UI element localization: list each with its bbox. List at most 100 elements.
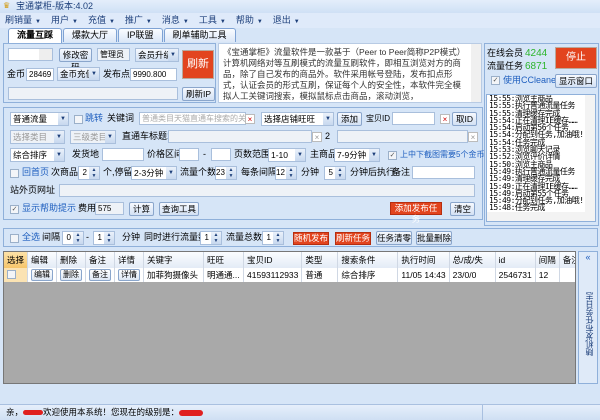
stepper-arrows-icon[interactable]: ▲ ▼ bbox=[286, 167, 296, 179]
column-header[interactable]: 删除 bbox=[56, 252, 87, 268]
menu-user[interactable]: 用户 ▼ bbox=[51, 13, 78, 28]
stepper-arrows-icon[interactable]: ▲ ▼ bbox=[335, 167, 345, 179]
clear-button[interactable]: 清空 bbox=[450, 202, 475, 216]
add-button[interactable]: 添加 bbox=[337, 112, 362, 126]
info-scrollbar[interactable] bbox=[471, 44, 481, 102]
tab-order-tools[interactable]: 刷单辅助工具 bbox=[163, 28, 236, 42]
ccleaner-checkbox[interactable]: ✓ bbox=[491, 76, 500, 85]
column-header[interactable]: 类型 bbox=[301, 252, 339, 268]
column-header[interactable]: 总/成/失 bbox=[449, 252, 496, 268]
log-vertical-scrollbar[interactable] bbox=[585, 95, 595, 213]
tab-traffic-exchange[interactable]: 流量互踩 bbox=[8, 28, 63, 43]
clear-tasks-button[interactable]: 任务清零 bbox=[376, 231, 412, 245]
add-task-button[interactable]: 添加发布任务 bbox=[390, 202, 442, 224]
return-home-checkbox[interactable] bbox=[10, 169, 19, 178]
tab-hot-items[interactable]: 爆款大厅 bbox=[63, 28, 118, 42]
menu-exit[interactable]: 退出 ▼ bbox=[273, 13, 300, 28]
change-password-button[interactable]: 修改密码 bbox=[59, 48, 92, 72]
column-header[interactable]: id bbox=[495, 252, 536, 268]
ad-title-1-input[interactable] bbox=[168, 130, 312, 143]
query-tool-button[interactable]: 查询工具 bbox=[159, 202, 199, 216]
ship-from-input[interactable] bbox=[102, 148, 144, 161]
show-help-checkbox[interactable]: ✓ bbox=[10, 205, 19, 214]
column-header[interactable]: 搜索条件 bbox=[337, 252, 399, 268]
stop-button[interactable]: 停止 bbox=[555, 47, 597, 69]
column-header[interactable]: 关键字 bbox=[143, 252, 205, 268]
menu-help[interactable]: 帮助 ▼ bbox=[236, 13, 263, 28]
delete-button[interactable]: 删除 bbox=[60, 269, 83, 281]
row-checkbox[interactable] bbox=[7, 269, 16, 279]
delay-stepper[interactable]: 5 ▲ ▼ bbox=[324, 166, 346, 180]
sub-category-dropdown[interactable]: 三级类目 ▼ bbox=[70, 130, 116, 144]
coin-recharge-dropdown[interactable]: 金币充值 ▼ bbox=[57, 67, 100, 81]
upgrade-dropdown[interactable]: 会员升级 ▼ bbox=[135, 48, 179, 62]
sub-item-count-stepper[interactable]: 2 ▲ ▼ bbox=[78, 166, 100, 180]
main-item-time-dropdown[interactable]: 7-9分钟 ▼ bbox=[334, 148, 380, 162]
shop-dropdown[interactable]: 选择店铺旺旺 ▼ bbox=[261, 112, 334, 126]
note-input[interactable] bbox=[412, 166, 475, 179]
price-min-input[interactable] bbox=[179, 148, 199, 161]
detail-button[interactable]: 详情 bbox=[118, 269, 141, 281]
column-header[interactable]: 旺旺 bbox=[203, 252, 245, 268]
clear-ad-title-1-icon[interactable]: × bbox=[312, 132, 322, 142]
interval-stepper[interactable]: 12 ▲ ▼ bbox=[275, 166, 297, 180]
menu-tools[interactable]: 工具 ▼ bbox=[199, 13, 226, 28]
menu-promote[interactable]: 推广 ▼ bbox=[125, 13, 152, 28]
column-header[interactable]: 详情 bbox=[114, 252, 145, 268]
clear-keyword-icon[interactable]: × bbox=[245, 114, 255, 124]
chevron-down-icon: ▼ bbox=[369, 149, 379, 161]
refresh-ip-button[interactable]: 刷新IP bbox=[182, 87, 215, 101]
column-header[interactable]: 备注 bbox=[85, 252, 116, 268]
category-dropdown[interactable]: 选择类目 ▼ bbox=[10, 130, 65, 144]
flow-count-stepper[interactable]: 23 ▲ ▼ bbox=[215, 166, 237, 180]
refresh-tasks-button[interactable]: 刷新任务 bbox=[335, 232, 371, 245]
traffic-type-dropdown[interactable]: 普通流量 ▼ bbox=[10, 112, 69, 126]
external-url-input[interactable] bbox=[59, 184, 475, 197]
item-id-input[interactable] bbox=[392, 112, 435, 125]
stepper-arrows-icon[interactable]: ▲ ▼ bbox=[89, 167, 99, 179]
random-publish-button[interactable]: 随机发布 bbox=[293, 232, 329, 245]
tab-ip-alliance[interactable]: IP联盟 bbox=[118, 28, 163, 42]
calculate-button[interactable]: 计算 bbox=[129, 202, 154, 216]
stepper-arrows-icon[interactable]: ▲ ▼ bbox=[104, 232, 114, 244]
stepper-arrows-icon[interactable]: ▲ ▼ bbox=[73, 232, 83, 244]
note-button-cell: 备注 bbox=[85, 268, 116, 282]
stepper-arrows-icon[interactable]: ▲ ▼ bbox=[273, 232, 283, 244]
show-window-button[interactable]: 显示窗口 bbox=[555, 74, 597, 88]
total-stepper[interactable]: 1 ▲ ▼ bbox=[262, 231, 284, 245]
batch-delete-button[interactable]: 批量删除 bbox=[416, 231, 452, 245]
price-max-input[interactable] bbox=[211, 148, 231, 161]
column-header[interactable]: 编辑 bbox=[27, 252, 58, 268]
menu-sales[interactable]: 刷销量 ▼ bbox=[5, 13, 41, 28]
interval-to-stepper[interactable]: 1 ▲ ▼ bbox=[93, 231, 115, 245]
page-range-dropdown[interactable]: 1-10 ▼ bbox=[268, 148, 306, 162]
bounce-checkbox[interactable] bbox=[74, 115, 83, 124]
stepper-arrows-icon[interactable]: ▲ ▼ bbox=[211, 232, 221, 244]
keyword-input[interactable]: 普通类目天猫直通车搜索的关键词 bbox=[139, 112, 246, 125]
sort-dropdown[interactable]: 综合排序 ▼ bbox=[10, 148, 65, 162]
menu-messages[interactable]: 消息 ▼ bbox=[162, 13, 189, 28]
select-all-checkbox[interactable] bbox=[10, 234, 19, 243]
clear-ad-title-2-icon[interactable]: × bbox=[468, 132, 478, 142]
get-id-button[interactable]: 取ID bbox=[452, 112, 477, 126]
menu-recharge[interactable]: 充值 ▼ bbox=[88, 13, 115, 28]
concurrent-stepper[interactable]: 1 ▲ ▼ bbox=[200, 231, 222, 245]
column-header[interactable]: 宝贝ID bbox=[243, 252, 303, 268]
column-header[interactable]: 备注 bbox=[559, 252, 575, 268]
edit-button[interactable]: 编辑 bbox=[31, 269, 54, 281]
column-header[interactable]: 选择 bbox=[4, 252, 29, 268]
log-horizontal-scrollbar[interactable] bbox=[487, 212, 595, 221]
side-log-tab[interactable]: « 随机发布任务日志 bbox=[578, 251, 598, 384]
refresh-button[interactable]: 刷新 bbox=[182, 50, 214, 79]
ad-title-2-input[interactable] bbox=[337, 130, 468, 143]
stay-time-dropdown[interactable]: 2-3分钟 ▼ bbox=[131, 166, 177, 180]
screenshot-checkbox[interactable]: ✓ bbox=[388, 151, 397, 160]
stepper-arrows-icon[interactable]: ▲ ▼ bbox=[226, 167, 236, 179]
column-header[interactable]: 间隔 bbox=[535, 252, 560, 268]
note-button[interactable]: 备注 bbox=[89, 269, 112, 281]
table-row[interactable]: 编辑 删除 备注 详情 加菲狗摄像头 明通通... 41593112933 普通 综合排序 11/… bbox=[4, 268, 575, 282]
collapse-icon[interactable]: « bbox=[579, 252, 597, 262]
interval-from-stepper[interactable]: 0 ▲ ▼ bbox=[62, 231, 84, 245]
column-header[interactable]: 执行时间 bbox=[397, 252, 450, 268]
clear-item-id-icon[interactable]: × bbox=[440, 114, 450, 124]
